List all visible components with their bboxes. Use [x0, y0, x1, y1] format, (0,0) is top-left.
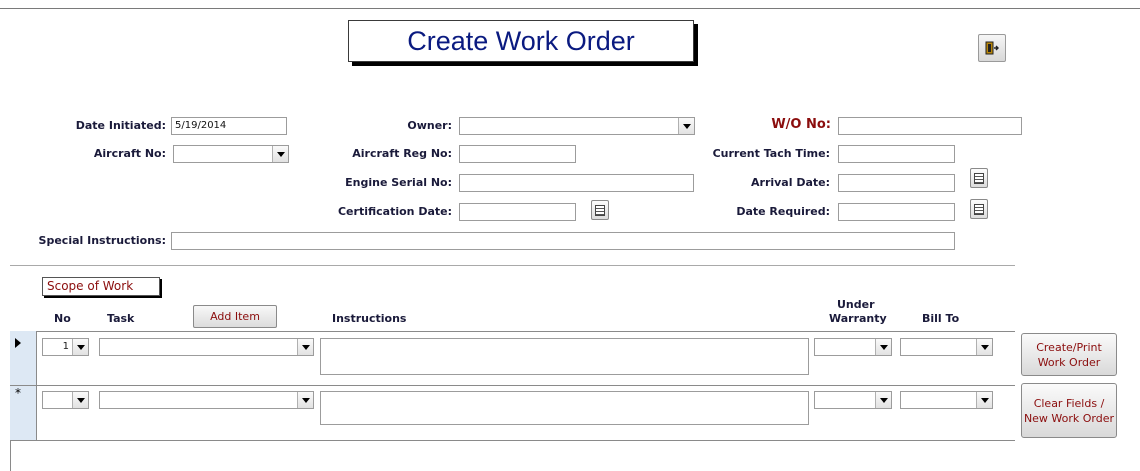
- owner-combo[interactable]: [459, 117, 695, 135]
- create-print-work-order-label: Create/Print Work Order: [1036, 340, 1102, 370]
- row-separator: [10, 440, 1015, 441]
- owner-value: [460, 118, 678, 134]
- row1-bill-to-value: [901, 339, 976, 355]
- chevron-down-icon[interactable]: [678, 118, 694, 134]
- row1-bill-to-combo[interactable]: [900, 338, 993, 356]
- engine-serial-no-field[interactable]: [459, 174, 694, 192]
- clear-fields-line-2: New Work Order: [1023, 411, 1115, 425]
- aircraft-reg-no-field[interactable]: [459, 145, 576, 163]
- engine-serial-no-label: Engine Serial No:: [345, 176, 452, 189]
- arrival-date-calendar-button[interactable]: [970, 168, 988, 188]
- clear-fields-new-work-order-button[interactable]: Clear Fields / New Work Order: [1021, 383, 1117, 438]
- current-tach-time-field[interactable]: [838, 145, 955, 163]
- page-title: Create Work Order: [348, 20, 694, 62]
- row1-no-combo[interactable]: 1: [42, 338, 89, 356]
- row2-task-combo[interactable]: [99, 391, 314, 409]
- wo-no-field[interactable]: [838, 117, 1022, 135]
- chevron-down-icon[interactable]: [272, 146, 288, 162]
- row2-bill-to-combo[interactable]: [900, 391, 993, 409]
- column-header-under: Under: [837, 298, 875, 311]
- exit-button[interactable]: [978, 34, 1006, 62]
- chevron-down-icon[interactable]: [875, 392, 891, 408]
- chevron-down-icon[interactable]: [297, 339, 313, 355]
- certification-date-field[interactable]: [459, 203, 576, 221]
- special-instructions-label: Special Instructions:: [38, 234, 166, 247]
- aircraft-no-combo[interactable]: [173, 145, 289, 163]
- column-header-instructions: Instructions: [332, 312, 407, 325]
- certification-date-calendar-button[interactable]: [591, 200, 609, 220]
- row1-no-value: 1: [62, 341, 69, 352]
- row1-instructions-field[interactable]: [320, 338, 809, 375]
- row1-under-warranty-combo[interactable]: [814, 338, 892, 356]
- wo-no-label: W/O No:: [771, 117, 831, 132]
- current-record-arrow-icon: [15, 338, 21, 348]
- calendar-icon: [974, 172, 984, 184]
- row2-under-warranty-combo[interactable]: [814, 391, 892, 409]
- aircraft-no-value: [174, 146, 272, 162]
- current-tach-time-label: Current Tach Time:: [712, 147, 830, 160]
- special-instructions-field[interactable]: [171, 232, 955, 250]
- date-required-label: Date Required:: [736, 205, 830, 218]
- exit-door-icon: [985, 41, 999, 55]
- aircraft-no-label: Aircraft No:: [93, 147, 166, 160]
- chevron-down-icon[interactable]: [976, 339, 992, 355]
- row-separator: [10, 385, 1015, 386]
- add-item-button[interactable]: Add Item: [193, 305, 277, 328]
- row1-under-warranty-value: [815, 339, 875, 355]
- row2-task-value: [100, 392, 297, 408]
- row2-instructions-field[interactable]: [320, 391, 809, 425]
- owner-label: Owner:: [407, 119, 452, 132]
- row1-task-combo[interactable]: [99, 338, 314, 356]
- chevron-down-icon[interactable]: [976, 392, 992, 408]
- date-required-calendar-button[interactable]: [970, 199, 988, 219]
- certification-date-label: Certification Date:: [337, 205, 452, 218]
- create-print-line-1: Create/Print: [1036, 340, 1102, 354]
- row2-no-combo[interactable]: [42, 391, 89, 409]
- arrival-date-label: Arrival Date:: [751, 176, 830, 189]
- column-header-warranty: Warranty: [829, 312, 887, 325]
- chevron-down-icon[interactable]: [72, 392, 88, 408]
- scope-of-work-title: Scope of Work: [42, 277, 160, 296]
- calendar-icon: [595, 204, 605, 216]
- row2-no-value: [43, 392, 72, 408]
- section-divider: [10, 265, 1015, 266]
- clear-fields-line-1: Clear Fields /: [1033, 396, 1105, 410]
- create-print-work-order-button[interactable]: Create/Print Work Order: [1021, 333, 1117, 376]
- chevron-down-icon[interactable]: [72, 339, 88, 355]
- chevron-down-icon[interactable]: [875, 339, 891, 355]
- arrival-date-field[interactable]: [838, 174, 955, 192]
- new-record-asterisk-icon: *: [15, 386, 21, 400]
- column-header-no: No: [54, 312, 71, 325]
- chevron-down-icon[interactable]: [297, 392, 313, 408]
- row2-under-warranty-value: [815, 392, 875, 408]
- date-initiated-label: Date Initiated:: [75, 119, 166, 132]
- clear-fields-label: Clear Fields / New Work Order: [1024, 396, 1114, 426]
- date-initiated-field[interactable]: 5/19/2014: [171, 117, 287, 135]
- column-header-task: Task: [107, 312, 135, 325]
- row1-task-value: [100, 339, 297, 355]
- create-print-line-2: Work Order: [1037, 355, 1101, 369]
- row2-bill-to-value: [901, 392, 976, 408]
- date-required-field[interactable]: [838, 203, 955, 221]
- aircraft-reg-no-label: Aircraft Reg No:: [352, 147, 452, 160]
- column-header-bill-to: Bill To: [922, 312, 960, 325]
- top-border: [0, 8, 1140, 9]
- calendar-icon: [974, 203, 984, 215]
